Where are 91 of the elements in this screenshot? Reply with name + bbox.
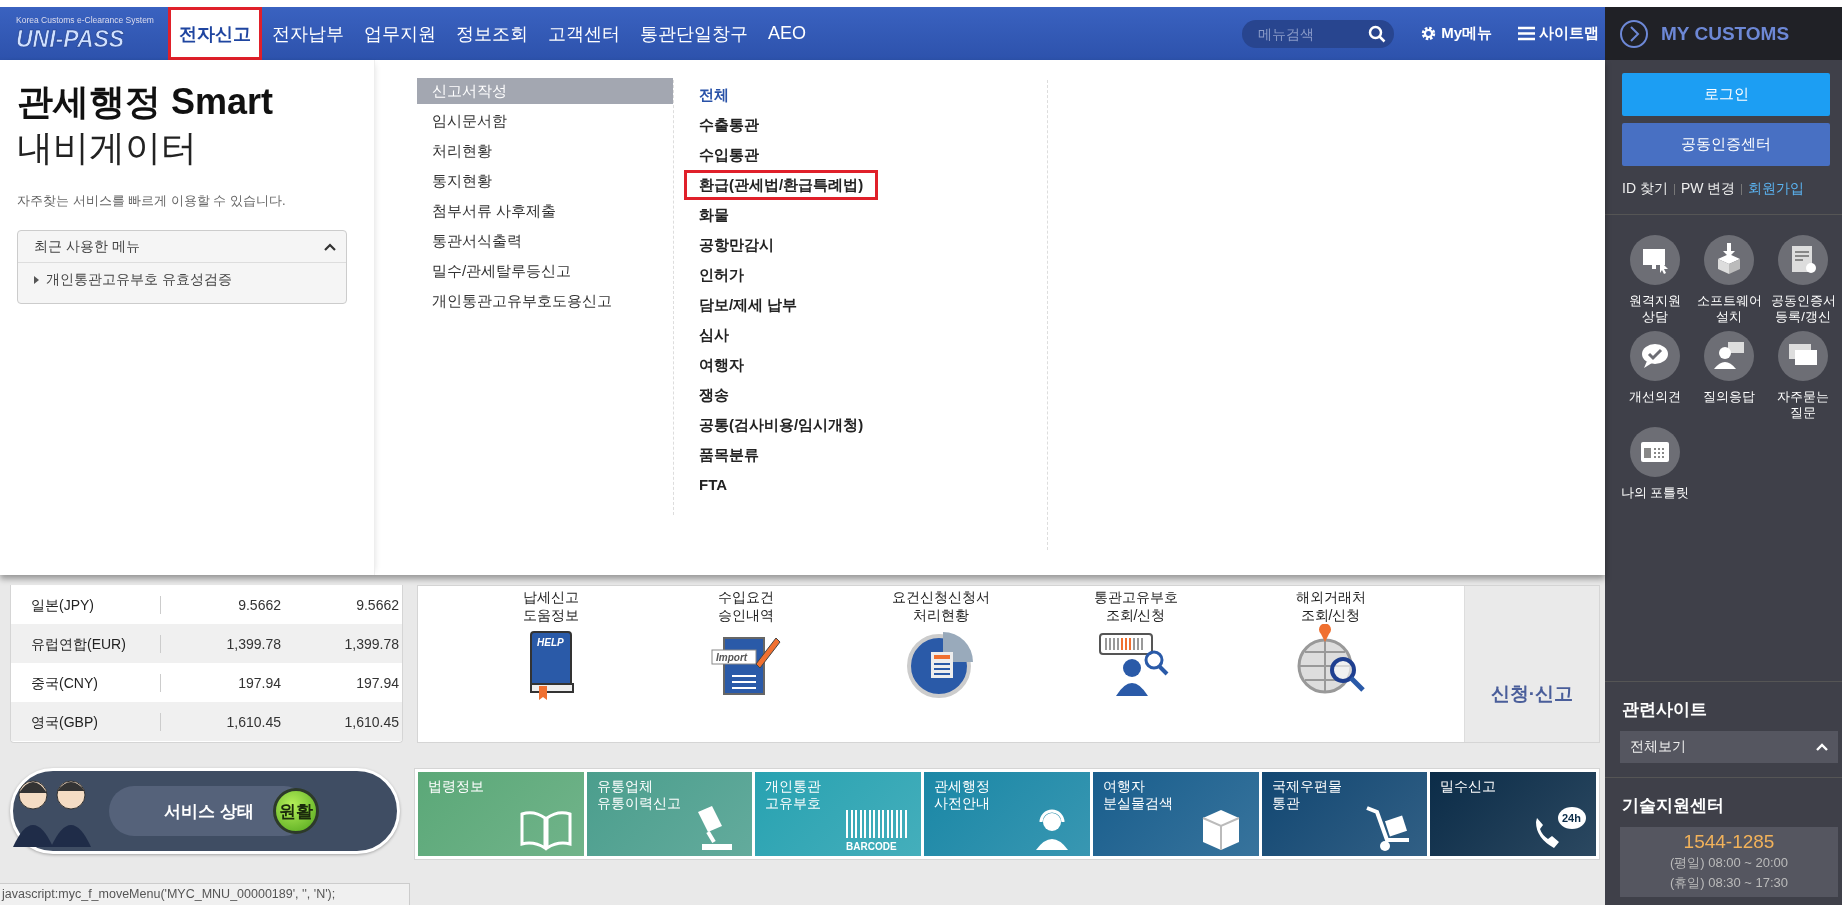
related-sites-select[interactable]: 전체보기: [1620, 731, 1838, 763]
nav-tab[interactable]: AEO: [758, 23, 816, 44]
sidebar-shortcut[interactable]: 개선의견: [1619, 331, 1691, 421]
table-cell: 일본(JPY): [11, 595, 161, 614]
navigator-subtitle: 내비게이터: [17, 126, 198, 170]
menu-category[interactable]: 통지현황: [417, 168, 673, 198]
sidebar-shortcut[interactable]: 나의 포틀릿: [1619, 427, 1691, 501]
table-cell-text: 1,399.78: [225, 635, 281, 652]
menu-subcategory[interactable]: 환급(관세법/환급특례법): [684, 170, 879, 200]
status-bar: javascript:myc_f_moveMenu('MYC_MNU_00000189', '', 'N');: [0, 883, 410, 905]
menu-subcategory[interactable]: 품목분류: [699, 440, 759, 470]
menu-subcategory[interactable]: 공통(검사비용/임시개청): [699, 410, 864, 440]
sidebar-button[interactable]: 공동인증센터: [1622, 123, 1830, 166]
shortcut-tile[interactable]: 국제우편물 통관: [1261, 772, 1428, 856]
sidebar-shortcut[interactable]: 자주묻는 질문: [1767, 331, 1839, 421]
account-link[interactable]: PW 변경: [1680, 180, 1736, 198]
menu-category[interactable]: 통관서식출력: [417, 228, 673, 258]
menu-subcategory[interactable]: 수입통관: [699, 140, 759, 170]
nav-tab[interactable]: 통관단일창구: [630, 21, 758, 46]
menu-subcategory[interactable]: 인허가: [699, 260, 744, 290]
menu-subcategory[interactable]: 수출통관: [699, 110, 759, 140]
table-cell-text: 1,399.78: [343, 635, 399, 652]
chevron-icon[interactable]: [324, 242, 336, 251]
menu-icon: [1518, 26, 1535, 41]
nav-tab[interactable]: 정보조회: [446, 21, 538, 46]
box-download-icon: [1704, 235, 1754, 285]
dashboard-icon: [1630, 427, 1680, 477]
search-icon[interactable]: [1368, 24, 1387, 43]
logo[interactable]: Korea Customs e-Clearance System UNI-PASS: [14, 12, 164, 55]
shortcut-tile[interactable]: 밀수신고 24h: [1430, 772, 1597, 856]
chat-bubbles-icon: [1778, 331, 1828, 381]
search-field[interactable]: 메뉴검색: [1256, 24, 1369, 43]
menu-subcategory[interactable]: 담보/제세 납부: [699, 290, 798, 320]
monitor-icon: [1630, 235, 1680, 285]
navigator-title: 관세행정 Smart: [17, 80, 275, 124]
menu-subcategory[interactable]: 공항만감시: [699, 230, 774, 260]
table-cell-text: 197.94: [237, 674, 281, 691]
account-link[interactable]: ID 찾기: [1622, 180, 1668, 198]
support-phone: 1544-1285: [1683, 831, 1775, 853]
support-hours: (평일) 08:00 ~ 20:00: [1669, 854, 1789, 872]
nav-tab[interactable]: 업무지원: [354, 21, 446, 46]
menu-category[interactable]: 첨부서류 사후제출: [417, 198, 673, 228]
quick-service-link[interactable]: 수입요건 승인내역 Import: [648, 586, 843, 742]
sidebar-shortcut[interactable]: 소프트웨어 설치: [1693, 235, 1765, 325]
nav-tool-link[interactable]: My메뉴: [1420, 24, 1492, 43]
side-tab[interactable]: 신청·신고: [1464, 586, 1599, 742]
sidebar-shortcut[interactable]: 질의응답: [1693, 331, 1765, 421]
table-cell-text: 9.5662: [237, 596, 281, 613]
menu-category[interactable]: 처리현황: [417, 138, 673, 168]
menu-subcategory[interactable]: 화물: [699, 200, 729, 230]
menu-category[interactable]: 밀수/관세탈루등신고: [417, 258, 673, 288]
bullet-icon: [34, 276, 39, 284]
quick-service-link[interactable]: 해외거래처 조회/신청: [1233, 586, 1428, 742]
sidebar-title: MY CUSTOMS: [1661, 22, 1790, 45]
chevron-circle-icon[interactable]: [1619, 18, 1649, 49]
recent-menu-title: 최근 사용한 메뉴: [34, 237, 140, 256]
table-cell: 영국(GBP): [11, 712, 161, 731]
quick-service-link[interactable]: 납세신고 도움정보 HELP: [453, 586, 648, 742]
recent-menu-item[interactable]: 개인통관고유부호 유효성검증: [18, 263, 346, 303]
account-link[interactable]: 회원가입: [1748, 180, 1805, 198]
table-cell-text: 197.94: [355, 674, 399, 691]
speech-check-icon: [1630, 331, 1680, 381]
nav-tab[interactable]: 전자납부: [262, 21, 354, 46]
menu-subcategory[interactable]: 전체: [699, 80, 729, 110]
support-hours: (휴일) 08:30 ~ 17:30: [1669, 874, 1789, 892]
menu-subcategory[interactable]: 쟁송: [699, 380, 729, 410]
nav-tab[interactable]: 전자신고: [168, 7, 262, 60]
table-cell-text: 1,610.45: [225, 713, 281, 730]
table-cell-text: 1,610.45: [343, 713, 399, 730]
nav-tab[interactable]: 고객센터: [538, 21, 630, 46]
person-chat-icon: [1704, 331, 1754, 381]
sidebar-shortcut[interactable]: 원격지원 상담: [1619, 235, 1691, 325]
navigator-description: 자주찾는 서비스를 빠르게 이용할 수 있습니다.: [17, 192, 287, 210]
table-cell-text: 9.5662: [355, 596, 399, 613]
menu-subcategory[interactable]: FTA: [699, 470, 728, 500]
shortcut-tile[interactable]: 관세행정 사전안내: [924, 772, 1090, 856]
table-cell: 중국(CNY): [11, 673, 161, 692]
quick-service-link[interactable]: 통관고유부호 조회/신청: [1038, 586, 1233, 742]
nav-tool-link[interactable]: 사이트맵: [1518, 24, 1599, 43]
table-cell: 유럽연합(EUR): [11, 634, 161, 653]
shortcut-tile[interactable]: 여행자 분실물검색: [1092, 772, 1259, 856]
status-indicator: 원활: [273, 788, 319, 834]
search-box[interactable]: 메뉴검색: [1242, 19, 1395, 48]
menu-subcategory[interactable]: 여행자: [699, 350, 744, 380]
certificate-icon: [1778, 235, 1828, 285]
gear-icon: [1420, 25, 1438, 42]
sidebar-shortcut[interactable]: 공동인증서 등록/갱신: [1767, 235, 1839, 325]
menu-category[interactable]: 개인통관고유부호도용신고: [417, 288, 673, 318]
quick-service-link[interactable]: 요건신청신청서 처리현황: [843, 586, 1038, 742]
menu-category[interactable]: 임시문서함: [417, 108, 673, 138]
menu-subcategory[interactable]: 심사: [699, 320, 729, 350]
